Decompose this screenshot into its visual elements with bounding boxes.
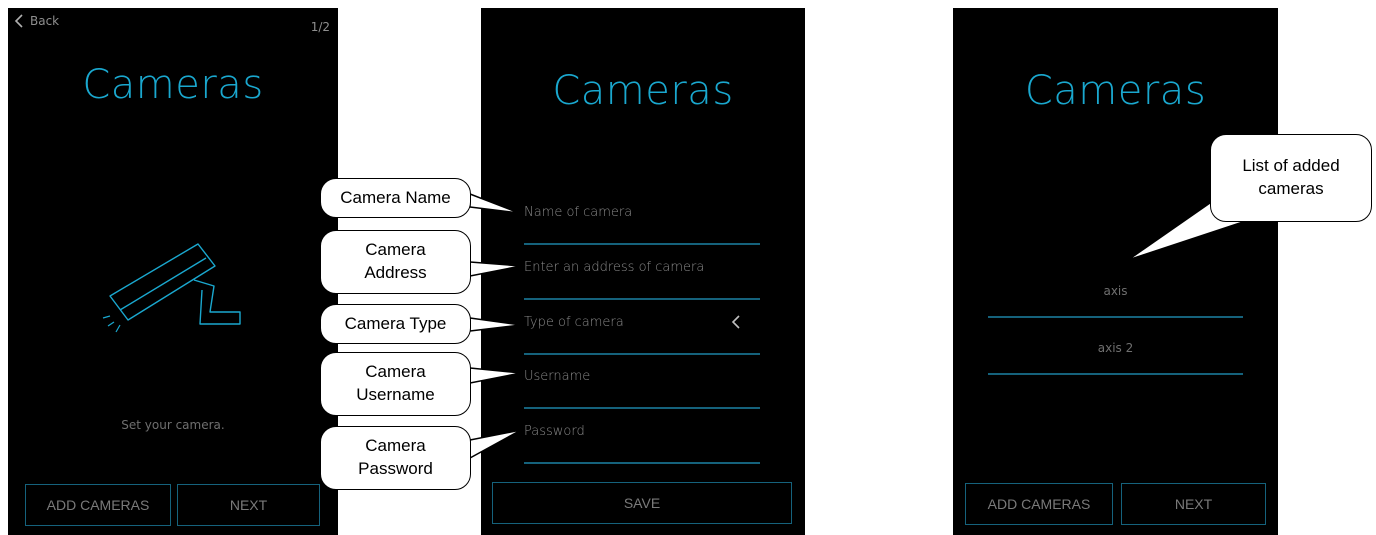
field-underline [524,243,760,245]
intro-screen: Back 1/2 Cameras Set your camera. ADD CA… [8,8,338,535]
field-underline [524,353,760,355]
camera-type-callout-text: Camera Type [344,313,447,333]
instruction-text: Set your camera. [121,418,225,432]
password-field[interactable]: Password [524,424,760,464]
camera-username-callout: Camera Username [320,352,471,416]
chevron-left-icon [14,14,23,28]
camera-name-field[interactable]: Name of camera [524,205,760,245]
username-field[interactable]: Username [524,369,760,409]
camera-type-callout: Camera Type [320,304,471,344]
next-button[interactable]: NEXT [1121,483,1266,525]
page-title: Cameras [552,68,734,114]
camera-name-placeholder: Name of camera [524,205,633,220]
list-divider [988,373,1243,375]
camera-address-callout: Camera Address [320,230,471,294]
field-underline [524,462,760,464]
list-divider [988,316,1243,318]
camera-password-callout-text: Camera Password [358,436,433,478]
camera-type-select[interactable]: Type of camera [524,315,760,355]
add-cameras-button[interactable]: ADD CAMERAS [25,484,171,526]
page-title: Cameras [82,62,264,108]
camera-password-callout: Camera Password [320,426,471,490]
camera-list-item-label: axis 2 [1097,341,1134,355]
page-title: Cameras [1024,68,1207,114]
camera-name-callout: Camera Name [320,178,471,218]
camera-name-callout-text: Camera Name [340,187,451,207]
camera-address-placeholder: Enter an address of camera [524,260,705,275]
camera-list-screen: Cameras axis axis 2 ADD CAMERAS NEXT [953,8,1278,535]
back-button[interactable]: Back [14,14,59,28]
next-button[interactable]: NEXT [177,484,320,526]
camera-list-callout-text: List of added cameras [1242,156,1340,198]
password-placeholder: Password [524,424,585,439]
camera-list-item[interactable]: axis 2 [988,341,1243,375]
camera-list-callout: List of added cameras [1210,134,1372,222]
page-indicator: 1/2 [310,20,330,34]
save-button[interactable]: SAVE [492,482,792,524]
security-camera-icon [102,243,241,333]
camera-address-field[interactable]: Enter an address of camera [524,260,760,300]
add-cameras-button[interactable]: ADD CAMERAS [965,483,1113,525]
chevron-left-icon[interactable] [730,313,742,331]
back-label: Back [30,14,60,28]
username-placeholder: Username [524,369,591,384]
camera-list-item-label: axis [1103,284,1128,298]
add-camera-form-screen: Cameras Name of camera Enter an address … [481,8,805,535]
camera-address-callout-text: Camera Address [364,240,427,282]
camera-username-callout-text: Camera Username [356,362,435,404]
field-underline [524,407,760,409]
camera-list-item[interactable]: axis [988,284,1243,318]
camera-type-placeholder: Type of camera [524,315,624,330]
field-underline [524,298,760,300]
